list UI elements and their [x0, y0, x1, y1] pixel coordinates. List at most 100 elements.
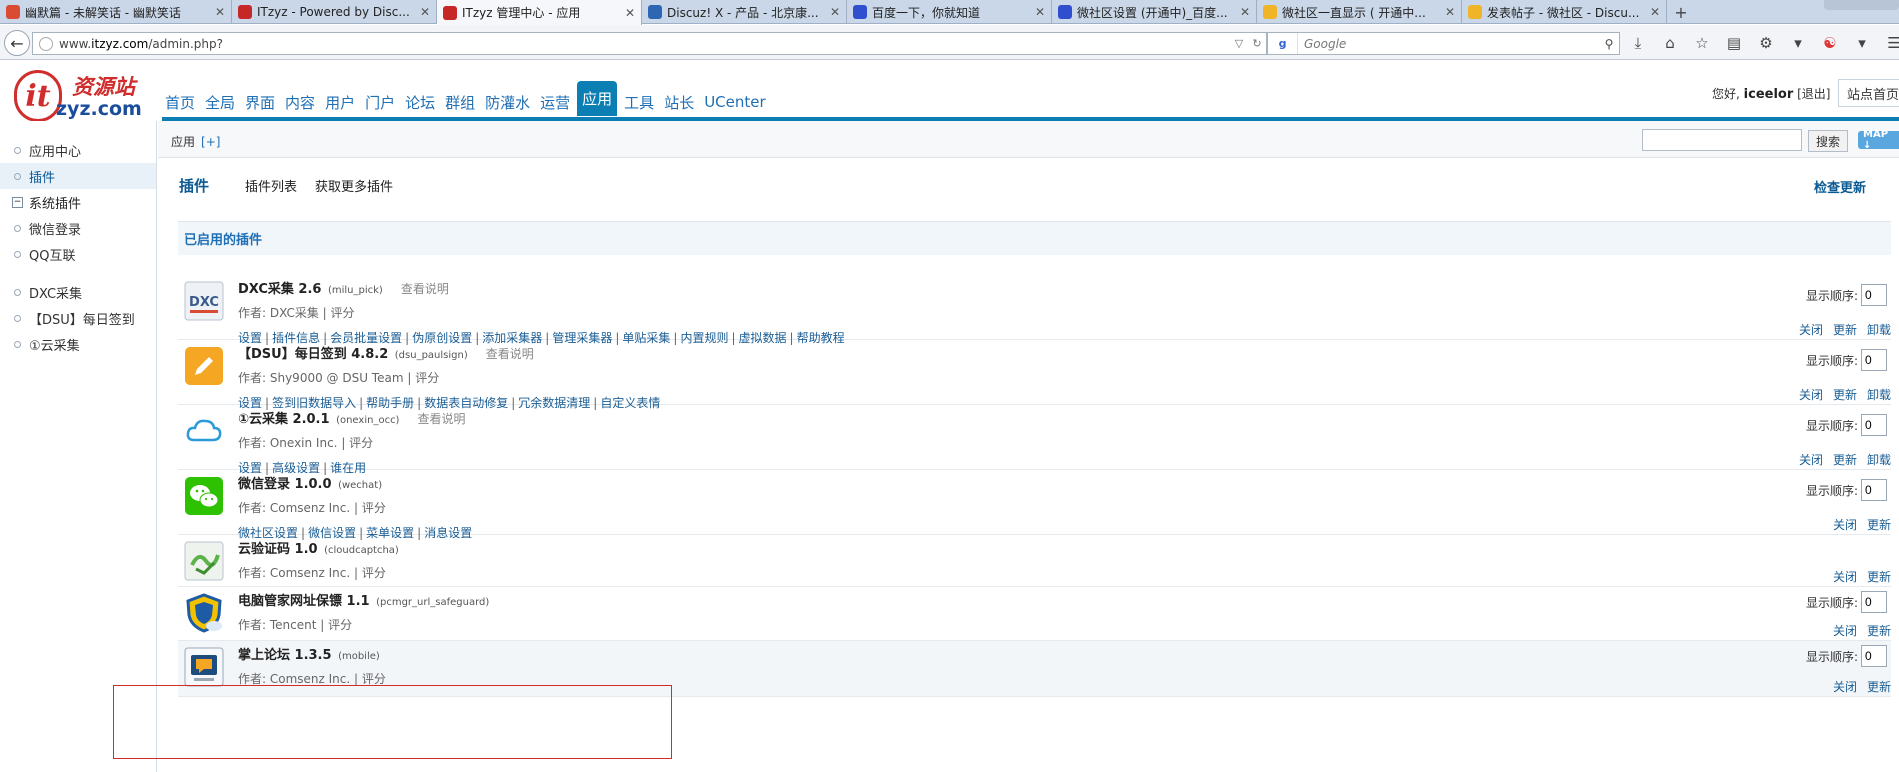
rate-link[interactable]: 评分 [349, 436, 373, 450]
plugin-action-link[interactable]: 关闭 [1799, 388, 1823, 402]
plugin-action-link[interactable]: 关闭 [1799, 323, 1823, 337]
nav-item[interactable]: 站长 [661, 88, 697, 116]
browser-tab[interactable]: ITzyz - Powered by Disc... ✕ [232, 0, 437, 24]
nav-item[interactable]: 应用 [577, 81, 618, 116]
close-tab-icon[interactable]: ✕ [1445, 5, 1455, 19]
rate-link[interactable]: 评分 [415, 371, 439, 385]
plugin-action-link[interactable]: 更新 [1833, 453, 1857, 467]
plugin-action-link[interactable]: 更新 [1867, 570, 1891, 584]
sidebar-item[interactable]: QQ互联 [0, 241, 156, 267]
download-icon[interactable]: ⤓ [1628, 34, 1648, 52]
rate-link[interactable]: 评分 [362, 566, 386, 580]
browser-tab[interactable]: 微社区设置 (开通中)_百度... ✕ [1052, 0, 1257, 24]
plugin-action-link[interactable]: 卸载 [1867, 388, 1891, 402]
close-tab-icon[interactable]: ✕ [215, 5, 225, 19]
url-bar[interactable]: www.itzyz.com/admin.php? ▽ ↻ [32, 32, 1267, 55]
sidebar-item[interactable]: DXC采集 [0, 279, 156, 305]
sidebar-item[interactable]: 微信登录 [0, 215, 156, 241]
browser-tab[interactable]: 幽默篇 - 未解笑话 - 幽默笑话 ✕ [0, 0, 232, 24]
plugin-action-link[interactable]: 更新 [1833, 323, 1857, 337]
plugin-action-link[interactable]: 更新 [1833, 388, 1857, 402]
display-order-input[interactable] [1861, 479, 1888, 501]
check-update-link[interactable]: 检查更新 [1814, 177, 1866, 196]
search-go-icon[interactable]: ⚲ [1599, 37, 1619, 51]
close-tab-icon[interactable]: ✕ [420, 5, 430, 19]
bookmark-star-icon[interactable]: ☆ [1692, 34, 1712, 52]
nav-item[interactable]: UCenter [701, 88, 768, 116]
plugin-action-link[interactable]: 卸载 [1867, 323, 1891, 337]
plugin-action-link[interactable]: 关闭 [1833, 624, 1857, 638]
nav-item[interactable]: 内容 [282, 88, 318, 116]
search-bar[interactable]: g Google ⚲ [1267, 32, 1620, 55]
browser-tab[interactable]: 百度一下，你就知道 ✕ [847, 0, 1052, 24]
sidebar-item[interactable]: 【DSU】每日签到 [0, 305, 156, 331]
nav-item[interactable]: 运营 [537, 88, 573, 116]
admin-search-input[interactable] [1642, 129, 1802, 151]
menu-icon[interactable]: ☰ [1884, 34, 1899, 52]
browser-tab[interactable]: 微社区一直显示 ( 开通中... ✕ [1257, 0, 1462, 24]
plugin-action-link[interactable]: 卸载 [1867, 453, 1891, 467]
reload-icon[interactable]: ↻ [1248, 37, 1266, 50]
view-doc-link[interactable]: 查看说明 [401, 282, 449, 296]
nav-item[interactable]: 论坛 [402, 88, 438, 116]
browser-tab[interactable]: Discuz! X - 产品 - 北京康... ✕ [642, 0, 847, 24]
sidebar-item[interactable]: 应用中心 [0, 137, 156, 163]
site-home-link[interactable]: 站点首页 [1838, 79, 1899, 107]
sidebar-item[interactable]: 插件 [0, 163, 156, 189]
close-tab-icon[interactable]: ✕ [625, 6, 635, 20]
view-doc-link[interactable]: 查看说明 [486, 347, 534, 361]
display-order-input[interactable] [1861, 645, 1888, 667]
dropdown-arrow-icon[interactable]: ▽ [1230, 37, 1248, 50]
display-order-input[interactable] [1861, 284, 1888, 306]
display-order-input[interactable] [1861, 591, 1888, 613]
reader-icon[interactable]: ▤ [1724, 34, 1744, 52]
google-icon[interactable]: g [1268, 33, 1298, 54]
home-icon[interactable]: ⌂ [1660, 34, 1680, 52]
dropdown-icon[interactable]: ▾ [1788, 34, 1808, 52]
close-tab-icon[interactable]: ✕ [830, 5, 840, 19]
dropdown-icon[interactable]: ▾ [1852, 34, 1872, 52]
search-placeholder[interactable]: Google [1298, 37, 1599, 51]
add-shortcut-link[interactable]: [+] [201, 135, 220, 149]
admin-search-button[interactable]: 搜索 [1808, 130, 1848, 152]
tab-plugin-list[interactable]: 插件列表 [245, 176, 297, 195]
window-controls[interactable] [1824, 0, 1899, 10]
rate-link[interactable]: 评分 [362, 672, 386, 686]
nav-item[interactable]: 群组 [442, 88, 478, 116]
sidebar-group[interactable]: − 系统插件 [0, 189, 156, 215]
new-tab-button[interactable]: + [1667, 0, 1695, 24]
rate-link[interactable]: 评分 [328, 618, 352, 632]
plugin-action-link[interactable]: 关闭 [1833, 680, 1857, 694]
display-order-input[interactable] [1861, 414, 1888, 436]
display-order-input[interactable] [1861, 349, 1888, 371]
rate-link[interactable]: 评分 [362, 501, 386, 515]
plugin-action-link[interactable]: 更新 [1867, 624, 1891, 638]
close-tab-icon[interactable]: ✕ [1035, 5, 1045, 19]
nav-item[interactable]: 防灌水 [482, 88, 533, 116]
nav-item[interactable]: 用户 [322, 88, 358, 116]
browser-tab[interactable]: ITzyz 管理中心 - 应用 ✕ [437, 0, 642, 25]
map-button[interactable]: MAP ↓ [1858, 129, 1899, 151]
extension-icon[interactable]: ⚙ [1756, 34, 1776, 52]
close-tab-icon[interactable]: ✕ [1240, 5, 1250, 19]
url-text[interactable]: www.itzyz.com/admin.php? [59, 37, 1230, 51]
nav-item[interactable]: 门户 [362, 88, 398, 116]
plugin-action-link[interactable]: 关闭 [1833, 518, 1857, 532]
plugin-action-link[interactable]: 关闭 [1833, 570, 1857, 584]
back-button[interactable]: ← [4, 30, 30, 56]
plugin-action-link[interactable]: 更新 [1867, 680, 1891, 694]
plugin-action-link[interactable]: 更新 [1867, 518, 1891, 532]
nav-item[interactable]: 全局 [202, 88, 238, 116]
nav-item[interactable]: 工具 [621, 88, 657, 116]
tab-get-more-plugins[interactable]: 获取更多插件 [315, 176, 393, 195]
view-doc-link[interactable]: 查看说明 [417, 412, 465, 426]
browser-tab[interactable]: 发表帖子 - 微社区 - Discu... ✕ [1462, 0, 1667, 24]
plugin-action-link[interactable]: 关闭 [1799, 453, 1823, 467]
addon-icon[interactable]: ☯ [1820, 34, 1840, 52]
close-tab-icon[interactable]: ✕ [1650, 5, 1660, 19]
nav-item[interactable]: 界面 [242, 88, 278, 116]
nav-item[interactable]: 首页 [162, 88, 198, 116]
site-logo[interactable]: it 资源站 zyz.com [14, 70, 142, 122]
rate-link[interactable]: 评分 [331, 306, 355, 320]
collapse-icon[interactable]: − [12, 196, 23, 208]
